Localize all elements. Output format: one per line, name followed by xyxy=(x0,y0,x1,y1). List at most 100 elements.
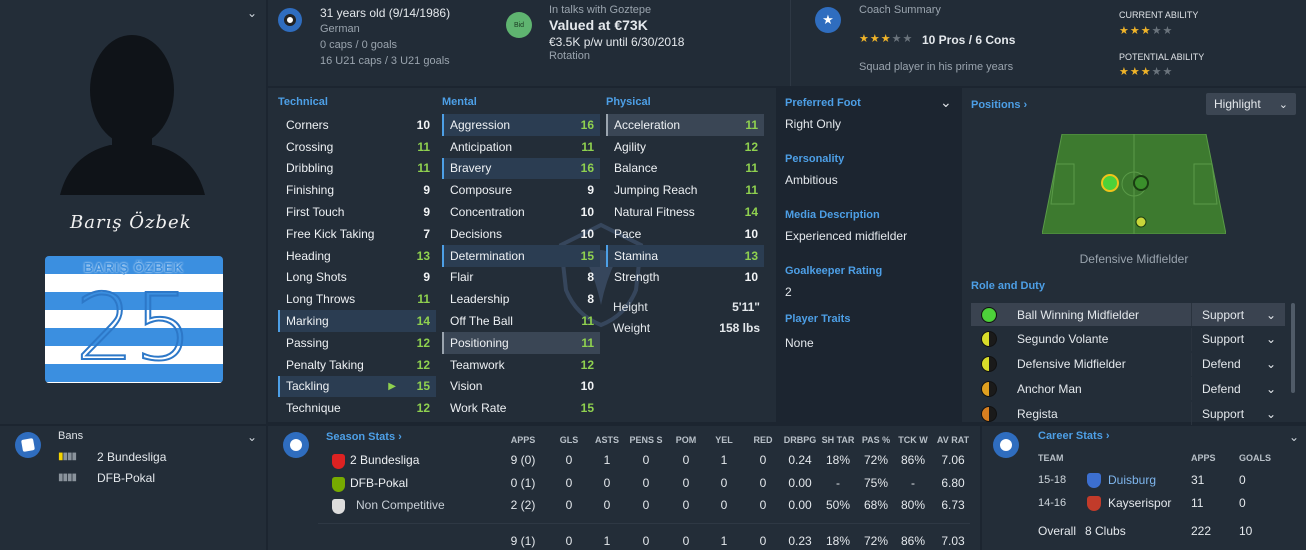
bid-badge: Bid xyxy=(506,12,532,38)
role-row-anchor-man[interactable]: Anchor Man Defend ⌄ xyxy=(971,377,1286,401)
attribute-row-finishing[interactable]: Finishing 9 xyxy=(278,179,436,201)
attribute-row-positioning[interactable]: Positioning 11 xyxy=(442,331,600,354)
season-total-cell: 1 xyxy=(603,534,611,548)
season-cell: 0 xyxy=(682,475,690,490)
attribute-value: 12 xyxy=(580,357,594,372)
season-total-cell: 9 (1) xyxy=(510,534,536,548)
attribute-row-crossing[interactable]: Crossing 11 xyxy=(278,136,436,158)
attribute-row-bravery[interactable]: Bravery 16 xyxy=(442,157,600,180)
attribute-name: Off The Ball xyxy=(450,314,513,329)
attribute-row-flair[interactable]: Flair 8 xyxy=(442,267,600,289)
season-cell: 0 xyxy=(759,498,767,512)
attribute-name: Positioning xyxy=(450,335,509,350)
attribute-row-agility[interactable]: Agility 12 xyxy=(606,136,764,158)
attribute-row-tackling[interactable]: Tackling ▶ 15 xyxy=(278,375,436,398)
attribute-row-technique[interactable]: Technique 12 xyxy=(278,397,436,419)
attribute-value: 14 xyxy=(744,205,758,220)
age-text: 31 years old (9/14/1986) xyxy=(320,6,451,20)
career-chevron[interactable]: ⌄ xyxy=(1289,430,1299,444)
attribute-row-off-the-ball[interactable]: Off The Ball 11 xyxy=(442,310,600,332)
career-stats-title[interactable]: Career Stats › xyxy=(1038,430,1110,442)
attribute-row-aggression[interactable]: Aggression 16 xyxy=(442,114,600,136)
attribute-row-marking[interactable]: Marking 14 xyxy=(278,310,436,332)
attribute-row-work-rate[interactable]: Work Rate 15 xyxy=(442,397,600,419)
preferred-foot-value: Right Only xyxy=(785,117,842,131)
attribute-row-determination[interactable]: Determination 15 xyxy=(442,244,600,267)
role-suitability-icon xyxy=(981,405,997,422)
role-row-regista[interactable]: Regista Support ⌄ xyxy=(971,402,1286,426)
season-competition-non-competitive[interactable]: Non Competitive xyxy=(356,498,445,512)
highlight-dropdown[interactable]: Highlight ⌄ xyxy=(1206,93,1296,115)
coach-rating-stars: ★★★★★ xyxy=(859,33,914,45)
attribute-row-heading[interactable]: Heading 13 xyxy=(278,245,436,267)
career-years: 15-18 xyxy=(1038,474,1067,486)
attribute-value: 9 xyxy=(423,183,430,198)
role-row-segundo-volante[interactable]: Segundo Volante Support ⌄ xyxy=(971,327,1286,351)
attribute-row-anticipation[interactable]: Anticipation 11 xyxy=(442,136,600,158)
attribute-row-stamina[interactable]: Stamina 13 xyxy=(606,244,764,267)
attribute-name: Natural Fitness xyxy=(614,205,695,220)
attribute-value: 12 xyxy=(416,401,430,416)
career-goals-header: GOALS xyxy=(1239,453,1272,463)
duty-dropdown[interactable]: Support ⌄ xyxy=(1191,303,1286,326)
caps-text: 0 caps / 0 goals xyxy=(320,39,398,51)
bans-chevron[interactable]: ⌄ xyxy=(247,430,257,444)
attribute-row-composure[interactable]: Composure 9 xyxy=(442,179,600,201)
physical-header: Physical xyxy=(606,96,651,108)
positions-title[interactable]: Positions › xyxy=(971,99,1027,111)
attribute-name: Free Kick Taking xyxy=(286,226,375,241)
profile-menu-chevron[interactable]: ⌄ xyxy=(247,6,257,20)
duty-dropdown[interactable]: Support ⌄ xyxy=(1191,327,1286,351)
mental-attributes: Aggression 16 Anticipation 11 Bravery 16 Compo… xyxy=(442,114,600,419)
season-cell: 0 xyxy=(759,475,767,490)
attribute-row-decisions[interactable]: Decisions 10 xyxy=(442,223,600,245)
attribute-row-first-touch[interactable]: First Touch 9 xyxy=(278,201,436,223)
role-row-ball-winning-midfielder[interactable]: Ball Winning Midfielder Support ⌄ xyxy=(971,303,1285,326)
season-header-sh-tar: SH TAR xyxy=(821,435,855,445)
attribute-row-acceleration[interactable]: Acceleration 11 xyxy=(606,114,764,136)
attribute-row-dribbling[interactable]: Dribbling 11 xyxy=(278,158,436,180)
current-ability-stars: ★★★★★ xyxy=(1119,25,1174,37)
attribute-name: Stamina xyxy=(614,248,659,263)
secondary-position-marker xyxy=(1133,175,1149,191)
bans-icon xyxy=(15,432,41,458)
duty-dropdown[interactable]: Support ⌄ xyxy=(1191,402,1286,426)
role-name: Regista xyxy=(1017,406,1058,421)
club-crest-icon xyxy=(1087,496,1101,511)
attribute-row-teamwork[interactable]: Teamwork 12 xyxy=(442,354,600,376)
career-overall-label: Overall xyxy=(1038,524,1077,538)
attribute-row-balance[interactable]: Balance 11 xyxy=(606,158,764,180)
attribute-row-jumping-reach[interactable]: Jumping Reach 11 xyxy=(606,179,764,201)
career-team[interactable]: Duisburg xyxy=(1108,473,1156,487)
career-team[interactable]: Kayserispor xyxy=(1108,496,1171,510)
attribute-name: Leadership xyxy=(450,292,510,307)
attribute-row-strength[interactable]: Strength 10 xyxy=(606,267,764,289)
duty-dropdown[interactable]: Defend ⌄ xyxy=(1191,377,1286,401)
attribute-name: Strength xyxy=(614,270,660,285)
season-header-yel: YEL xyxy=(715,435,733,445)
attribute-row-corners[interactable]: Corners 10 xyxy=(278,114,436,136)
attribute-row-natural-fitness[interactable]: Natural Fitness 14 xyxy=(606,201,764,223)
duty-dropdown[interactable]: Defend ⌄ xyxy=(1191,352,1286,376)
season-cell: 68% xyxy=(863,498,889,512)
role-row-defensive-midfielder[interactable]: Defensive Midfielder Defend ⌄ xyxy=(971,352,1286,376)
attribute-row-penalty-taking[interactable]: Penalty Taking 12 xyxy=(278,354,436,376)
attribute-row-free-kick-taking[interactable]: Free Kick Taking 7 xyxy=(278,223,436,245)
career-years: 14-16 xyxy=(1038,497,1067,509)
attribute-row-long-throws[interactable]: Long Throws 11 xyxy=(278,288,436,310)
attribute-row-long-shots[interactable]: Long Shots 9 xyxy=(278,267,436,289)
season-competition-2-bundesliga[interactable]: 2 Bundesliga xyxy=(350,453,419,467)
attribute-name: Long Shots xyxy=(286,270,347,285)
attribute-row-leadership[interactable]: Leadership 8 xyxy=(442,288,600,310)
duty-label: Defend xyxy=(1202,381,1241,396)
attribute-row-passing[interactable]: Passing 12 xyxy=(278,332,436,354)
details-chevron[interactable]: ⌄ xyxy=(940,94,952,111)
season-competition-dfb-pokal[interactable]: DFB-Pokal xyxy=(350,476,408,490)
roles-scrollbar[interactable] xyxy=(1291,303,1295,393)
season-cell: 6.73 xyxy=(941,498,965,512)
season-stats-title[interactable]: Season Stats › xyxy=(326,431,402,443)
attribute-row-pace[interactable]: Pace 10 xyxy=(606,223,764,245)
season-cell: 18% xyxy=(825,453,851,467)
attribute-row-vision[interactable]: Vision 10 xyxy=(442,376,600,398)
attribute-row-concentration[interactable]: Concentration 10 xyxy=(442,201,600,223)
